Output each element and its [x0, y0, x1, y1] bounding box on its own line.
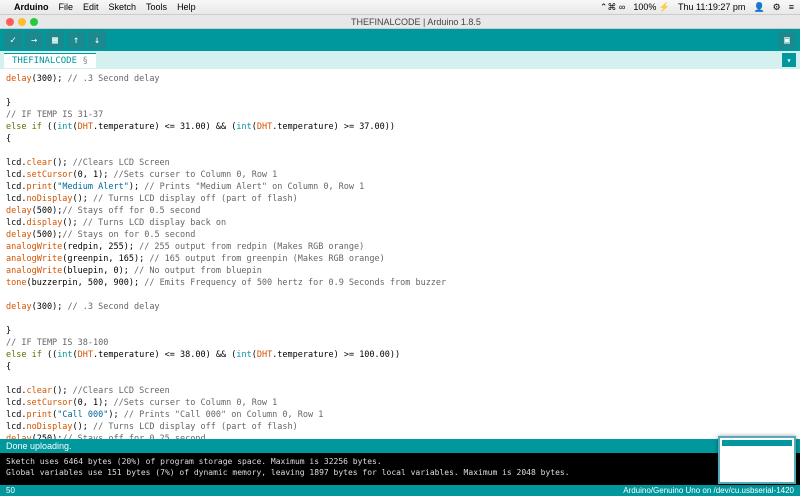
code-line[interactable]: tone(buzzerpin, 500, 900); // Emits Freq…	[6, 277, 794, 289]
code-line[interactable]: lcd.display(); // Turns LCD display back…	[6, 217, 794, 229]
code-line[interactable]: lcd.clear(); //Clears LCD Screen	[6, 385, 794, 397]
code-line[interactable]: else if ((int(DHT.temperature) <= 38.00)…	[6, 349, 794, 361]
menu-help[interactable]: Help	[177, 2, 196, 12]
code-line[interactable]: else if ((int(DHT.temperature) <= 31.00)…	[6, 121, 794, 133]
code-line[interactable]: lcd.setCursor(0, 1); //Sets curser to Co…	[6, 169, 794, 181]
code-line[interactable]: delay(300); // .3 Second delay	[6, 301, 794, 313]
code-line[interactable]: {	[6, 133, 794, 145]
status-bar: Done uploading.	[0, 439, 800, 453]
serial-monitor-button[interactable]: ▣	[778, 31, 796, 49]
menu-sketch[interactable]: Sketch	[109, 2, 137, 12]
code-line[interactable]	[6, 85, 794, 97]
maximize-window-icon[interactable]	[30, 18, 38, 26]
code-line[interactable]	[6, 373, 794, 385]
verify-button[interactable]: ✓	[4, 31, 22, 49]
app-name[interactable]: Arduino	[14, 2, 49, 12]
line-number: 50	[6, 486, 15, 495]
tab-label: THEFINALCODE	[12, 56, 77, 66]
code-line[interactable]: delay(500);// Stays off for 0.5 second	[6, 205, 794, 217]
menubar-status[interactable]: 100% ⚡	[633, 2, 670, 12]
tab-suffix: §	[82, 56, 87, 66]
menubar-status[interactable]: 👤	[753, 2, 764, 12]
tab-bar: THEFINALCODE § ▾	[0, 51, 800, 69]
save-button[interactable]: ↓	[88, 31, 106, 49]
macos-menubar: Arduino File Edit Sketch Tools Help ⌃⌘ ∞ 100%…	[0, 0, 800, 15]
code-line[interactable]	[6, 145, 794, 157]
code-line[interactable]: }	[6, 97, 794, 109]
menubar-status[interactable]: ⚙	[773, 2, 781, 12]
code-line[interactable]: // IF TEMP IS 31-37	[6, 109, 794, 121]
upload-button[interactable]: →	[25, 31, 43, 49]
menubar-status[interactable]: ⌃⌘ ∞	[600, 2, 625, 12]
code-line[interactable]: lcd.noDisplay(); // Turns LCD display of…	[6, 421, 794, 433]
arduino-toolbar: ✓ → ▦ ↑ ↓ ▣	[0, 29, 800, 51]
code-line[interactable]	[6, 289, 794, 301]
console-line: Sketch uses 6464 bytes (20%) of program …	[6, 456, 794, 467]
menu-tools[interactable]: Tools	[146, 2, 167, 12]
open-button[interactable]: ↑	[67, 31, 85, 49]
footer-bar: 50 Arduino/Genuino Uno on /dev/cu.usbser…	[0, 485, 800, 496]
menu-edit[interactable]: Edit	[83, 2, 99, 12]
code-line[interactable]: lcd.print("Call 000"); // Prints "Call 0…	[6, 409, 794, 421]
window-thumbnail[interactable]	[718, 436, 796, 484]
menubar-status[interactable]: ≡	[789, 2, 794, 12]
sketch-tab[interactable]: THEFINALCODE §	[4, 53, 96, 68]
code-line[interactable]: analogWrite(greenpin, 165); // 165 outpu…	[6, 253, 794, 265]
code-line[interactable]: // IF TEMP IS 38-100	[6, 337, 794, 349]
tab-menu-dropdown-icon[interactable]: ▾	[782, 53, 796, 67]
code-line[interactable]: lcd.clear(); //Clears LCD Screen	[6, 157, 794, 169]
code-line[interactable]	[6, 313, 794, 325]
console-line: Global variables use 151 bytes (7%) of d…	[6, 467, 794, 478]
output-console[interactable]: Sketch uses 6464 bytes (20%) of program …	[0, 453, 800, 485]
close-window-icon[interactable]	[6, 18, 14, 26]
code-line[interactable]: analogWrite(redpin, 255); // 255 output …	[6, 241, 794, 253]
code-editor[interactable]: delay(300); // .3 Second delay }// IF TE…	[0, 69, 800, 439]
code-line[interactable]: delay(300); // .3 Second delay	[6, 73, 794, 85]
menu-file[interactable]: File	[59, 2, 74, 12]
code-line[interactable]: delay(500);// Stays on for 0.5 second	[6, 229, 794, 241]
board-port-label: Arduino/Genuino Uno on /dev/cu.usbserial…	[623, 486, 794, 495]
code-line[interactable]: analogWrite(bluepin, 0); // No output fr…	[6, 265, 794, 277]
code-line[interactable]: {	[6, 361, 794, 373]
code-line[interactable]: lcd.setCursor(0, 1); //Sets curser to Co…	[6, 397, 794, 409]
minimize-window-icon[interactable]	[18, 18, 26, 26]
window-titlebar: THEFINALCODE | Arduino 1.8.5	[0, 15, 800, 29]
code-line[interactable]: }	[6, 325, 794, 337]
new-button[interactable]: ▦	[46, 31, 64, 49]
menubar-status[interactable]: Thu 11:19:27 pm	[678, 2, 745, 12]
window-title: THEFINALCODE | Arduino 1.8.5	[38, 17, 794, 27]
code-line[interactable]: lcd.print("Medium Alert"); // Prints "Me…	[6, 181, 794, 193]
traffic-lights	[6, 18, 38, 26]
code-line[interactable]: lcd.noDisplay(); // Turns LCD display of…	[6, 193, 794, 205]
